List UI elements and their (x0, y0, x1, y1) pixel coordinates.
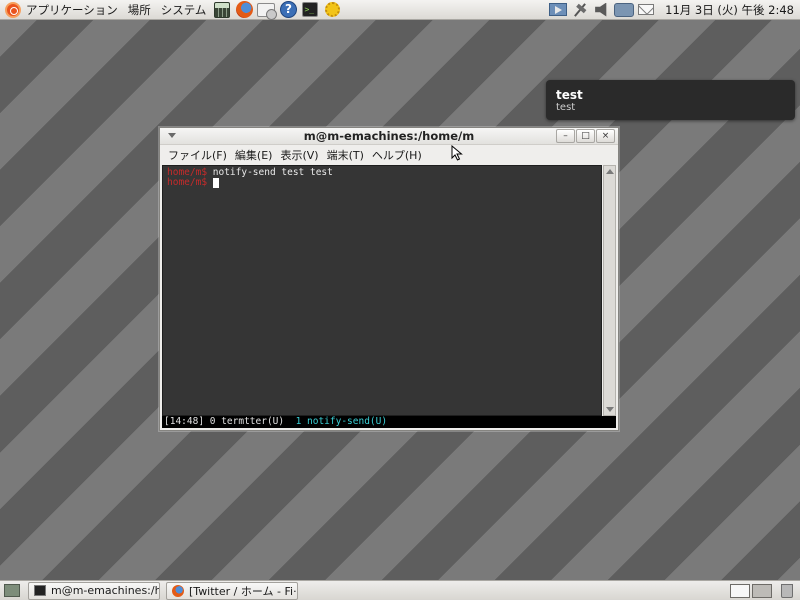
menu-help[interactable]: ヘルプ(H) (368, 147, 426, 163)
notification-bubble[interactable]: test test (546, 80, 795, 120)
statusbar-active-window: 1 notify-send(U) (295, 416, 388, 427)
network-tray-item[interactable] (570, 1, 590, 19)
workspace-1[interactable] (730, 583, 750, 598)
terminal-scrollbar[interactable] (603, 165, 616, 416)
maximize-button[interactable]: □ (576, 129, 595, 143)
show-desktop-button[interactable] (2, 582, 22, 600)
terminal-window: m@m-emachines:/home/m – □ × ファイル(F) 編集(E… (159, 127, 619, 431)
terminal-line: home/m$ notify-send test test (167, 168, 597, 178)
messaging-icon (614, 2, 635, 17)
terminal-icon: >_ (302, 2, 319, 17)
bottom-panel: m@m-emachines:/ho··· [Twitter / ホーム - Fi… (0, 580, 800, 600)
network-icon (574, 2, 587, 17)
system-menu[interactable]: システム (156, 0, 212, 20)
messaging-tray-item[interactable] (614, 1, 635, 19)
window-menubar: ファイル(F) 編集(E) 表示(V) 端末(T) ヘルプ(H) (160, 146, 618, 164)
volume-tray-item[interactable] (592, 1, 612, 19)
window-controls: – □ × (555, 129, 615, 143)
workspace-switcher (728, 583, 800, 599)
applications-menu[interactable]: アプリケーション (0, 0, 123, 20)
volume-icon (595, 2, 607, 17)
clock[interactable]: 11月 3日 (火) 午後 2:48 (657, 2, 800, 18)
minimize-button[interactable]: – (556, 129, 575, 143)
shell-prompt: home/m$ (167, 177, 213, 188)
calculator-launcher[interactable] (212, 1, 232, 19)
firefox-launcher[interactable] (234, 1, 254, 19)
menu-file[interactable]: ファイル(F) (164, 147, 231, 163)
notification-body: test (556, 102, 576, 113)
terminal-output[interactable]: home/m$ notify-send test test home/m$ (162, 165, 602, 416)
window-title: m@m-emachines:/home/m (303, 129, 475, 143)
help-launcher[interactable]: ? (278, 1, 298, 19)
terminal-launcher[interactable]: >_ (300, 1, 320, 19)
help-icon: ? (279, 1, 297, 18)
trash-button[interactable] (778, 583, 796, 599)
mail-icon (257, 2, 278, 20)
system-tray: 11月 3日 (火) 午後 2:48 (547, 0, 800, 20)
sun-launcher[interactable] (322, 1, 342, 19)
taskbar-item-firefox[interactable]: [Twitter / ホーム - Fi··· (166, 581, 298, 600)
menu-view[interactable]: 表示(V) (276, 147, 322, 163)
firefox-icon (172, 584, 184, 597)
notification-title: test (556, 88, 583, 102)
taskbar-item-terminal[interactable]: m@m-emachines:/ho··· (28, 581, 160, 600)
workspace-2[interactable] (752, 583, 772, 598)
media-tray-item[interactable] (548, 1, 568, 19)
terminal-line: home/m$ (167, 178, 597, 188)
top-panel: アプリケーション 場所 システム ? >_ 11月 3日 (火) 午後 2:48 (0, 0, 800, 20)
places-menu[interactable]: 場所 (123, 0, 156, 20)
taskbar-item-label: [Twitter / ホーム - Fi··· (189, 584, 298, 598)
desktop-icon (4, 584, 20, 597)
sun-icon (324, 2, 340, 17)
mail-launcher[interactable] (256, 1, 278, 20)
shell-command: notify-send test test (212, 167, 333, 178)
statusbar-window-list: [14:48] 0 termtter(U) (164, 416, 296, 427)
media-icon (549, 3, 568, 16)
ubuntu-logo-icon (5, 1, 21, 18)
menu-terminal[interactable]: 端末(T) (323, 147, 368, 163)
close-button[interactable]: × (596, 129, 615, 143)
terminal-icon (34, 585, 46, 596)
trash-icon (781, 583, 793, 598)
mouse-pointer-icon (451, 145, 463, 161)
calculator-icon (214, 1, 231, 18)
window-titlebar[interactable]: m@m-emachines:/home/m – □ × (160, 128, 618, 145)
envelope-icon (638, 4, 655, 15)
firefox-icon (235, 1, 253, 18)
applications-menu-label: アプリケーション (26, 2, 118, 17)
envelope-tray-item[interactable] (636, 1, 656, 19)
scroll-up-icon[interactable] (606, 169, 614, 174)
menu-edit[interactable]: 編集(E) (231, 147, 277, 163)
text-cursor (212, 178, 219, 188)
screen-statusbar: [14:48] 0 termtter(U) 1 notify-send(U) (162, 416, 616, 428)
taskbar-item-label: m@m-emachines:/ho··· (51, 584, 159, 597)
scroll-down-icon[interactable] (606, 407, 614, 412)
